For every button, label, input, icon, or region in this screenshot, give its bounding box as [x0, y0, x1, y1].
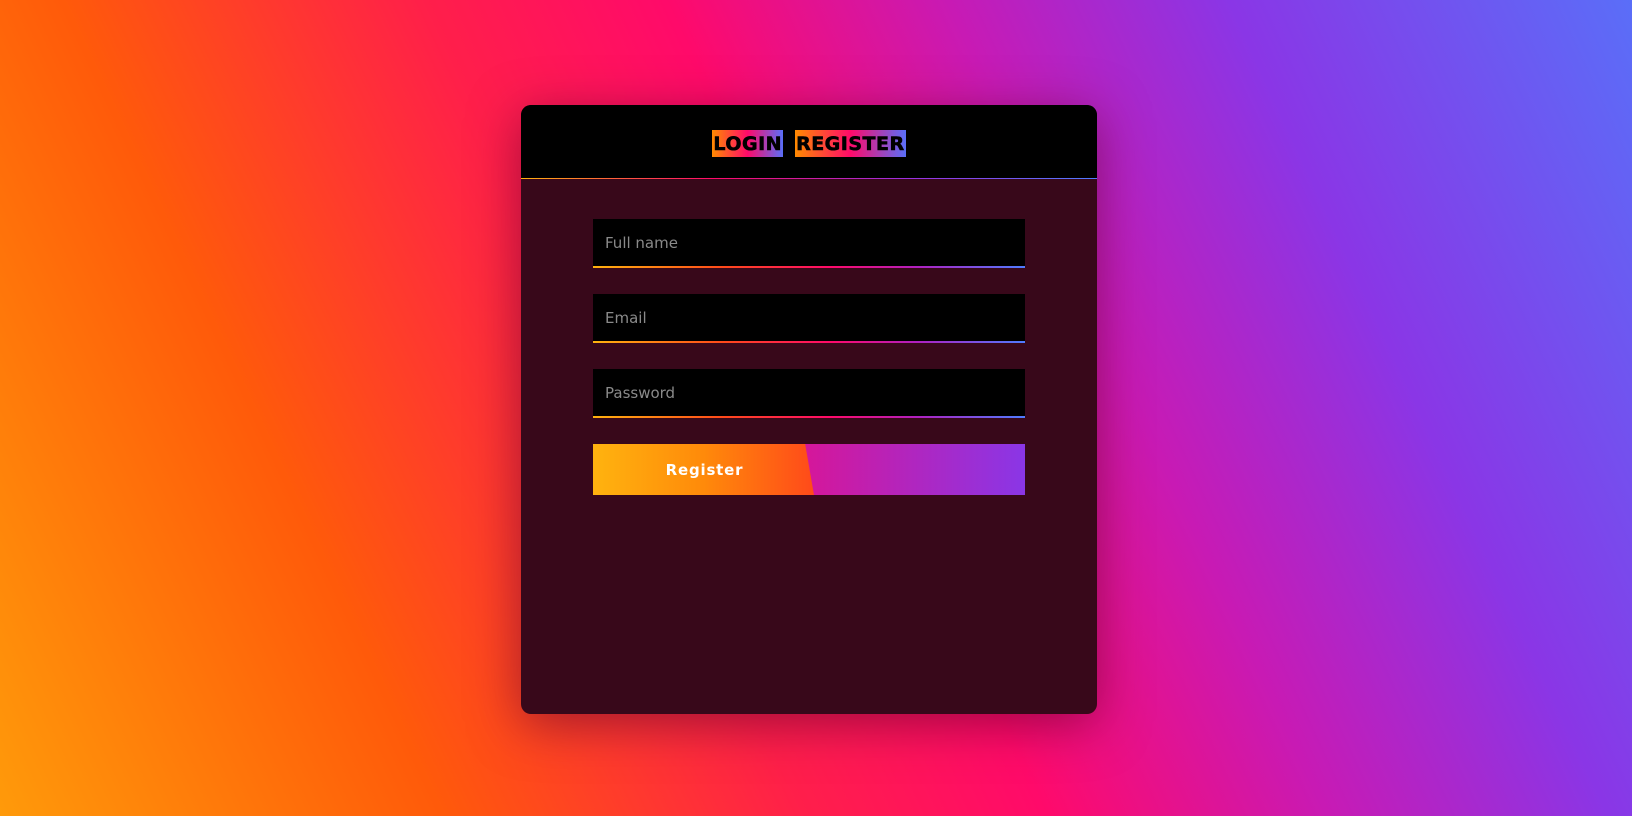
tab-register[interactable]: REGISTER	[795, 130, 906, 157]
tab-login[interactable]: LOGIN	[712, 130, 784, 157]
password-field-wrapper	[593, 369, 1025, 418]
full-name-field-wrapper	[593, 219, 1025, 268]
email-field-wrapper	[593, 294, 1025, 343]
full-name-input[interactable]	[593, 219, 1025, 266]
email-input[interactable]	[593, 294, 1025, 341]
register-button-label: Register	[665, 460, 744, 479]
register-button[interactable]: Register	[593, 444, 1025, 495]
register-form: Register	[593, 219, 1025, 495]
password-input[interactable]	[593, 369, 1025, 416]
auth-tabs-header: LOGIN REGISTER	[521, 105, 1097, 179]
register-button-highlight: Register	[593, 444, 814, 495]
auth-card: LOGIN REGISTER Register	[521, 105, 1097, 714]
